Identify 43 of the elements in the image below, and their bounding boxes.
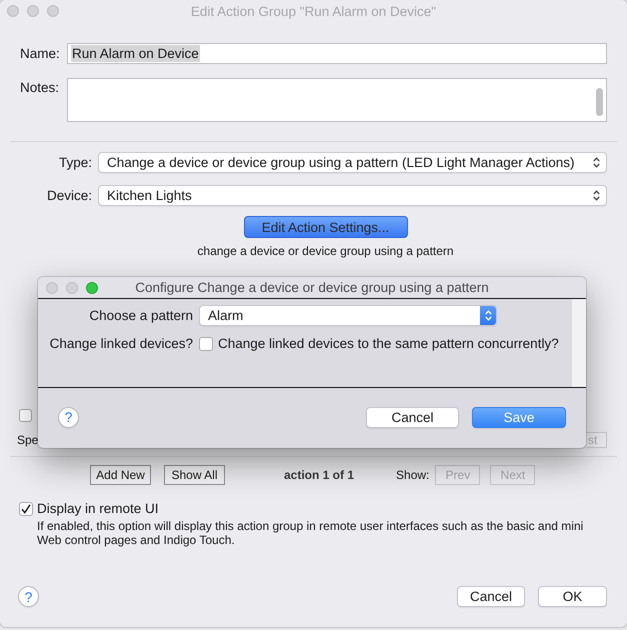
help-button[interactable]: ?: [18, 586, 39, 607]
nav-button[interactable]: Show All: [164, 465, 225, 485]
zoom-icon[interactable]: [47, 5, 59, 17]
edit-settings-button[interactable]: Edit Action Settings...: [244, 216, 408, 238]
action-description: change a device or device group using a pattern: [197, 244, 454, 258]
updown-chevron-icon: [593, 157, 600, 168]
popup-menu[interactable]: Change a device or device group using a pattern (LED Light Manager Actions): [98, 152, 607, 173]
checkbox[interactable]: [19, 502, 33, 516]
notes-field[interactable]: [67, 78, 607, 122]
help-text: If enabled, this option will display this action group in remote user interfaces such as the basic and mini Web control pages and Indigo Touch.: [37, 520, 584, 547]
field-label: Type:: [58, 155, 93, 170]
updown-chevron-icon: [593, 190, 600, 201]
field-label: Change linked devices?: [48, 336, 194, 351]
field-label: Choose a pattern: [88, 308, 194, 323]
checkmark-icon: [21, 504, 31, 514]
nav-button[interactable]: Add New: [90, 465, 151, 485]
checkbox-label: Change linked devices to the same pattern concurrently?: [218, 336, 559, 351]
window-title: Edit Action Group "Run Alarm on Device": [190, 4, 436, 18]
checkbox[interactable]: [199, 336, 213, 350]
minimize-icon[interactable]: [66, 282, 78, 294]
field-label: Spe: [17, 433, 38, 447]
field-label: Device:: [46, 188, 93, 203]
checkbox[interactable]: [19, 409, 32, 422]
close-icon[interactable]: [7, 5, 19, 17]
help-button[interactable]: ?: [58, 406, 79, 428]
dialog-title: Configure Change a device or device group using a pattern: [135, 280, 489, 295]
action-counter: action 1 of 1: [284, 468, 354, 482]
pattern-popup[interactable]: Alarm: [199, 305, 497, 326]
updown-chevron-icon: [480, 306, 496, 325]
zoom-icon[interactable]: [86, 282, 98, 294]
selected-text: Run Alarm on Device: [71, 45, 200, 62]
name-field[interactable]: Run Alarm on Device: [67, 43, 607, 64]
show-label: Show:: [396, 468, 430, 482]
checkbox-label: Display in remote UI: [37, 501, 159, 516]
field-label: Notes:: [20, 79, 60, 95]
popup-menu[interactable]: Kitchen Lights: [98, 185, 607, 206]
dialog-button[interactable]: Cancel: [457, 586, 525, 607]
minimize-icon[interactable]: [27, 5, 39, 17]
dialog-button[interactable]: OK: [538, 586, 607, 607]
field-label: Name:: [20, 46, 61, 61]
close-icon[interactable]: [46, 282, 58, 294]
scrollbar-thumb[interactable]: [596, 88, 603, 116]
dialog-button[interactable]: Cancel: [366, 406, 459, 428]
